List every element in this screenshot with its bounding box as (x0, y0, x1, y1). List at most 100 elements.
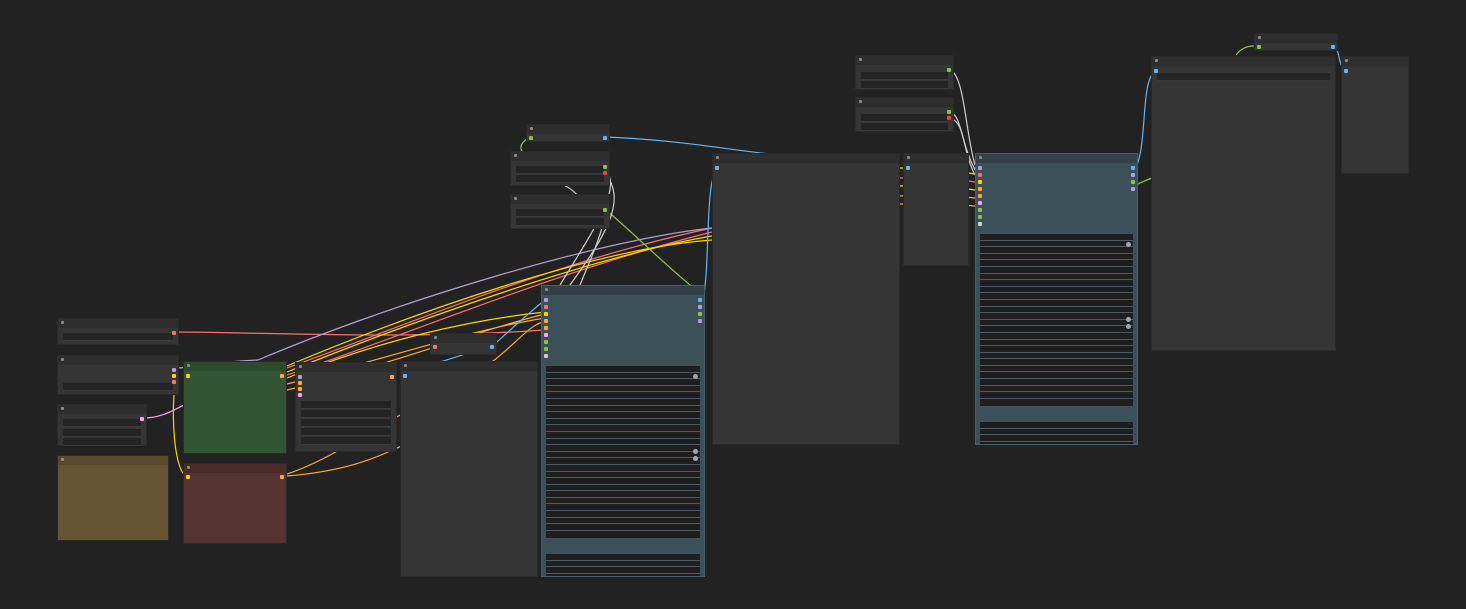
output-slot[interactable] (280, 475, 284, 479)
collapse-icon[interactable] (187, 466, 190, 469)
widget-field[interactable] (301, 437, 391, 445)
input-slot[interactable] (978, 180, 982, 184)
mid-node-2[interactable] (510, 151, 610, 186)
output-slot[interactable] (1131, 166, 1135, 170)
output-slot[interactable] (603, 171, 607, 175)
input-slot[interactable] (544, 333, 548, 337)
widget-field[interactable] (516, 218, 604, 226)
input-slot[interactable] (544, 305, 548, 309)
widget-list[interactable] (546, 554, 700, 576)
toggle-knob[interactable] (1126, 242, 1131, 247)
input-slot[interactable] (978, 173, 982, 177)
collapse-icon[interactable] (1345, 59, 1348, 62)
input-slot[interactable] (544, 347, 548, 351)
input-slot[interactable] (978, 215, 982, 219)
input-slot[interactable] (544, 354, 548, 358)
note-node[interactable] (57, 455, 169, 541)
input-slot[interactable] (978, 187, 982, 191)
collapse-icon[interactable] (61, 407, 64, 410)
top-node-2[interactable] (855, 97, 954, 132)
graph-canvas[interactable] (0, 0, 1466, 609)
input-slot[interactable] (186, 475, 190, 479)
output-slot[interactable] (172, 380, 176, 384)
positive-prompt-node[interactable] (183, 361, 287, 454)
collapse-icon[interactable] (61, 321, 64, 324)
toggle-knob[interactable] (1126, 317, 1131, 322)
input-slot[interactable] (433, 345, 437, 349)
output-slot[interactable] (603, 208, 607, 212)
input-slot[interactable] (978, 222, 982, 226)
output-slot[interactable] (1131, 173, 1135, 177)
input-slot[interactable] (1257, 45, 1261, 49)
preview-image-node-mid[interactable] (712, 153, 900, 445)
widget-field[interactable] (63, 438, 141, 446)
negative-prompt-node[interactable] (183, 463, 287, 544)
collapse-icon[interactable] (514, 154, 517, 157)
collapse-icon[interactable] (716, 156, 719, 159)
small-node-1[interactable] (430, 333, 497, 355)
collapse-icon[interactable] (404, 364, 407, 367)
input-slot[interactable] (544, 340, 548, 344)
widget-field[interactable] (516, 175, 604, 183)
widget-list[interactable] (980, 234, 1133, 406)
collapse-icon[interactable] (530, 127, 533, 130)
collapse-icon[interactable] (187, 364, 190, 367)
input-slot[interactable] (715, 166, 719, 170)
collapse-icon[interactable] (907, 156, 910, 159)
widget-field[interactable] (63, 383, 173, 391)
preview-image-node-left[interactable] (400, 361, 538, 577)
output-slot[interactable] (947, 110, 951, 114)
widget-field[interactable] (516, 166, 604, 174)
output-slot[interactable] (172, 374, 176, 378)
output-slot[interactable] (490, 345, 494, 349)
output-slot[interactable] (698, 305, 702, 309)
toggle-knob[interactable] (693, 374, 698, 379)
widget-field[interactable] (301, 401, 391, 409)
save-image-node[interactable] (1151, 56, 1336, 351)
collapse-icon[interactable] (434, 336, 437, 339)
input-slot[interactable] (529, 136, 533, 140)
lora-node[interactable] (295, 362, 397, 452)
output-slot[interactable] (390, 375, 394, 379)
collapse-icon[interactable] (1155, 59, 1158, 62)
widget-field[interactable] (301, 419, 391, 427)
input-slot[interactable] (978, 208, 982, 212)
output-slot[interactable] (698, 312, 702, 316)
collapse-icon[interactable] (859, 58, 862, 61)
toggle-knob[interactable] (693, 456, 698, 461)
toggle-knob[interactable] (693, 449, 698, 454)
collapse-icon[interactable] (299, 365, 302, 368)
output-slot[interactable] (603, 165, 607, 169)
sampler-node-1[interactable] (541, 285, 705, 577)
input-slot[interactable] (544, 312, 548, 316)
output-slot[interactable] (280, 374, 284, 378)
widget-field[interactable] (861, 72, 948, 80)
right-panel-node[interactable] (1341, 56, 1409, 174)
input-slot[interactable] (298, 387, 302, 391)
widget-field[interactable] (301, 428, 391, 436)
loader-node-3[interactable] (57, 404, 147, 446)
output-slot[interactable] (172, 331, 176, 335)
collapse-icon[interactable] (61, 358, 64, 361)
widget-field[interactable] (63, 333, 173, 341)
input-slot[interactable] (978, 201, 982, 205)
collapse-icon[interactable] (1258, 36, 1261, 39)
widget-field[interactable] (861, 114, 948, 122)
output-slot[interactable] (947, 116, 951, 120)
widget-field[interactable] (516, 209, 604, 217)
mid-node-1[interactable] (526, 124, 610, 142)
output-slot[interactable] (1331, 45, 1335, 49)
mid-narrow-node[interactable] (903, 153, 969, 266)
top-node-1[interactable] (855, 55, 954, 90)
output-slot[interactable] (603, 136, 607, 140)
input-slot[interactable] (298, 381, 302, 385)
input-slot[interactable] (186, 374, 190, 378)
sampler-node-2[interactable] (975, 153, 1138, 445)
input-slot[interactable] (403, 374, 407, 378)
collapse-icon[interactable] (979, 156, 982, 159)
toggle-knob[interactable] (1126, 324, 1131, 329)
input-slot[interactable] (298, 375, 302, 379)
widget-field[interactable] (63, 429, 141, 437)
widget-field[interactable] (861, 81, 948, 89)
output-slot[interactable] (172, 368, 176, 372)
